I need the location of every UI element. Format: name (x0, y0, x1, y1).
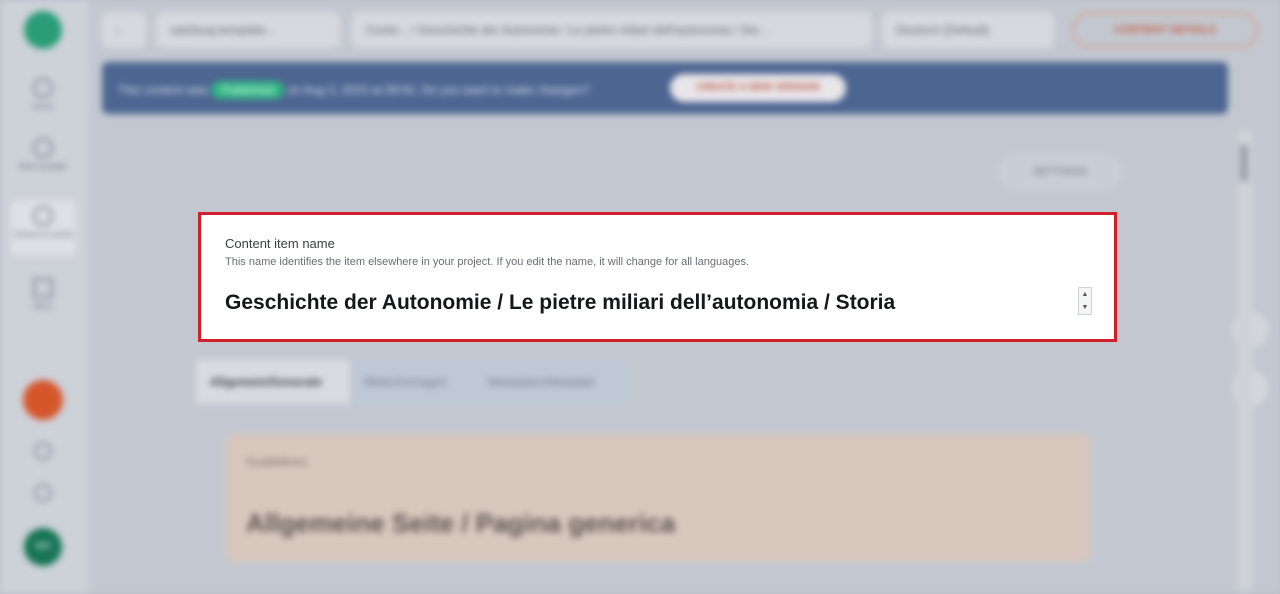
guidelines-link[interactable]: Guidelines (246, 454, 307, 469)
menu-icon (33, 278, 53, 298)
content-details-button[interactable]: CONTENT DETAILS (1072, 12, 1258, 48)
chevron-down-icon[interactable]: ▼ (1079, 301, 1091, 314)
back-button[interactable]: ‹ (102, 12, 146, 48)
scrollbar[interactable] (1238, 130, 1252, 590)
name-stepper[interactable]: ▲ ▼ (1078, 287, 1092, 315)
project-selector[interactable]: salzburg-template... (156, 12, 340, 48)
content-item-name-panel: Content item name This name identifies t… (198, 212, 1117, 342)
content-item-name-label: Content item name (225, 236, 335, 251)
tab-metadaten[interactable]: Metadaten/Metadati (474, 360, 630, 404)
sidebar: Home Web spotlight Content & assets Menu… (0, 0, 88, 594)
notifications-icon[interactable] (34, 484, 52, 502)
create-new-version-button[interactable]: CREATE A NEW VERSION (670, 74, 846, 102)
content-type-title: Allgemeine Seite / Pagina generica (246, 508, 676, 538)
status-badge: Published (211, 81, 285, 99)
feedback-icon[interactable] (34, 442, 52, 460)
avatar[interactable]: MH (24, 528, 62, 566)
sidebar-item-menu[interactable]: Menu (10, 272, 76, 328)
content-type-card: Guidelines Allgemeine Seite / Pagina gen… (226, 434, 1090, 562)
content-item-name-input[interactable] (225, 287, 1073, 319)
breadcrumb[interactable]: Conte... / Geschichte der Autonomie / Le… (352, 12, 872, 48)
tab-allgemein[interactable]: Allgemein/Generale (196, 360, 350, 404)
help-button[interactable] (23, 380, 63, 420)
scrollbar-thumb[interactable] (1240, 144, 1248, 182)
tab-bilder[interactable]: Bilder/Immagini (350, 360, 474, 404)
app-logo[interactable] (24, 11, 62, 49)
chevron-up-icon[interactable]: ▲ (1079, 288, 1091, 301)
banner-message: This content was Published on Aug 3, 202… (118, 81, 590, 99)
content-icon (33, 206, 53, 226)
language-selector[interactable]: Deutsch (Default) (882, 12, 1054, 48)
home-icon (33, 78, 53, 98)
sidebar-item-home[interactable]: Home (10, 72, 76, 128)
content-item-name-help: This name identifies the item elsewhere … (225, 256, 749, 268)
published-banner: This content was Published on Aug 3, 202… (102, 62, 1228, 114)
sidebar-item-content[interactable]: Content & assets (10, 200, 76, 256)
sidebar-item-web-spotlight[interactable]: Web spotlight (10, 132, 76, 188)
globe-icon (33, 138, 53, 158)
settings-button[interactable]: SETTINGS (996, 152, 1124, 192)
